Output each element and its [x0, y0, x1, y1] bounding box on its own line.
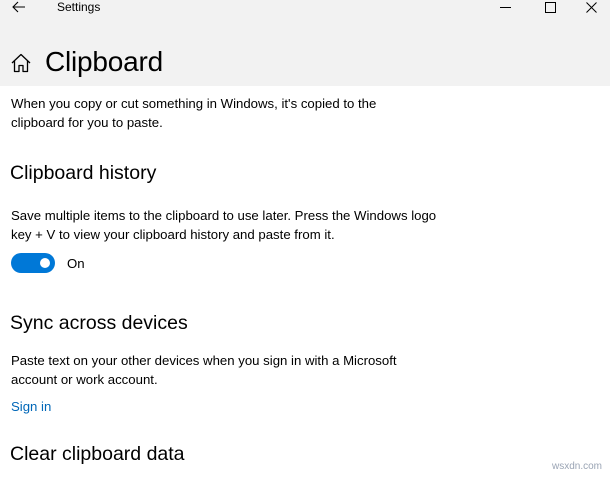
window-title: Settings [57, 0, 101, 14]
clipboard-history-toggle[interactable] [11, 253, 55, 273]
home-icon [11, 53, 31, 73]
sign-in-link[interactable]: Sign in [11, 397, 51, 416]
clipboard-history-toggle-label: On [67, 256, 85, 271]
watermark: wsxdn.com [551, 461, 602, 472]
arrow-left-icon [12, 1, 25, 13]
close-button[interactable] [572, 0, 610, 14]
maximize-icon [544, 1, 556, 13]
back-button[interactable] [0, 0, 38, 14]
toggle-knob [40, 258, 50, 268]
close-icon [585, 1, 597, 13]
clear-clipboard-data-heading: Clear clipboard data [10, 443, 185, 465]
clipboard-history-description: Save multiple items to the clipboard to … [11, 208, 437, 242]
maximize-button[interactable] [527, 0, 573, 14]
minimize-button[interactable] [482, 0, 528, 14]
sync-across-devices-heading: Sync across devices [10, 312, 188, 334]
sync-description: Paste text on your other devices when yo… [11, 353, 397, 387]
home-button[interactable] [10, 52, 32, 74]
minimize-icon [499, 6, 511, 8]
clipboard-history-heading: Clipboard history [10, 162, 157, 184]
clipboard-intro-text: When you copy or cut something in Window… [11, 96, 377, 130]
page-title: Clipboard [45, 46, 164, 77]
